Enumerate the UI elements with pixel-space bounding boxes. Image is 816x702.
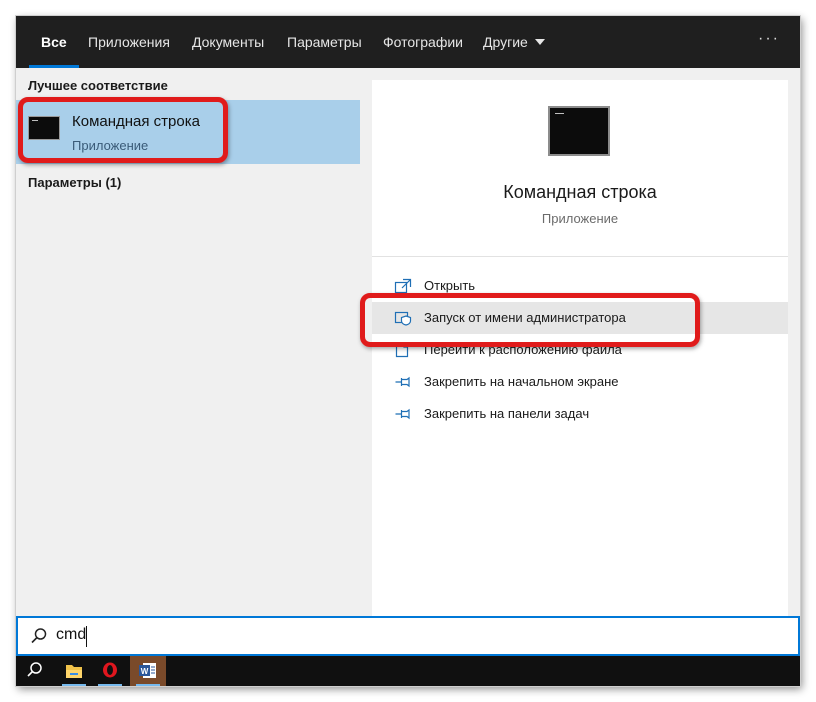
pin-icon	[395, 376, 410, 388]
annotation-highlight-best-match	[18, 97, 228, 163]
text-cursor	[86, 626, 87, 647]
tab-photos[interactable]: Фотографии	[383, 16, 463, 68]
tab-documents[interactable]: Документы	[192, 16, 264, 68]
search-input[interactable]: cmd	[56, 626, 86, 644]
action-pin-to-taskbar-label: Закрепить на панели задач	[424, 406, 590, 421]
taskbar: W	[16, 656, 800, 686]
action-pin-to-start-label: Закрепить на начальном экране	[424, 374, 619, 389]
tab-all[interactable]: Все	[29, 16, 79, 68]
tab-settings[interactable]: Параметры	[287, 16, 362, 68]
app-title: Командная строка	[503, 182, 657, 202]
search-icon	[27, 662, 42, 677]
search-window: Все Приложения Документы Параметры Фотог…	[16, 16, 800, 686]
file-explorer-icon	[66, 665, 82, 678]
filter-tab-bar: Все Приложения Документы Параметры Фотог…	[16, 16, 800, 68]
best-match-heading: Лучшее соответствие	[28, 78, 168, 93]
taskbar-file-explorer[interactable]	[56, 656, 92, 686]
tab-more-label: Другие	[483, 34, 528, 50]
taskbar-search-button[interactable]	[16, 656, 52, 686]
action-pin-to-start[interactable]: Закрепить на начальном экране	[372, 366, 788, 398]
word-icon: W	[139, 663, 156, 678]
settings-results-heading[interactable]: Параметры (1)	[28, 175, 121, 190]
open-icon	[394, 278, 412, 294]
svg-text:W: W	[141, 667, 149, 676]
search-box[interactable]: cmd	[16, 616, 800, 656]
divider	[372, 256, 788, 257]
annotation-highlight-run-as-admin	[360, 293, 700, 347]
taskbar-word[interactable]: W	[130, 656, 166, 686]
app-subtitle: Приложение	[541, 211, 619, 226]
more-options-button[interactable]: ···	[758, 16, 780, 68]
pin-icon	[395, 408, 410, 420]
tab-more-dropdown[interactable]: Другие	[483, 16, 545, 68]
tab-apps[interactable]: Приложения	[88, 16, 170, 68]
opera-icon	[103, 662, 117, 678]
cmd-app-icon	[548, 106, 610, 156]
search-icon	[31, 628, 47, 644]
action-pin-to-taskbar[interactable]: Закрепить на панели задач	[372, 398, 788, 430]
chevron-down-icon	[534, 39, 545, 46]
details-panel: Командная строка Приложение Открыть Запу…	[372, 80, 788, 616]
taskbar-opera[interactable]	[92, 656, 128, 686]
action-open-label: Открыть	[424, 278, 476, 293]
